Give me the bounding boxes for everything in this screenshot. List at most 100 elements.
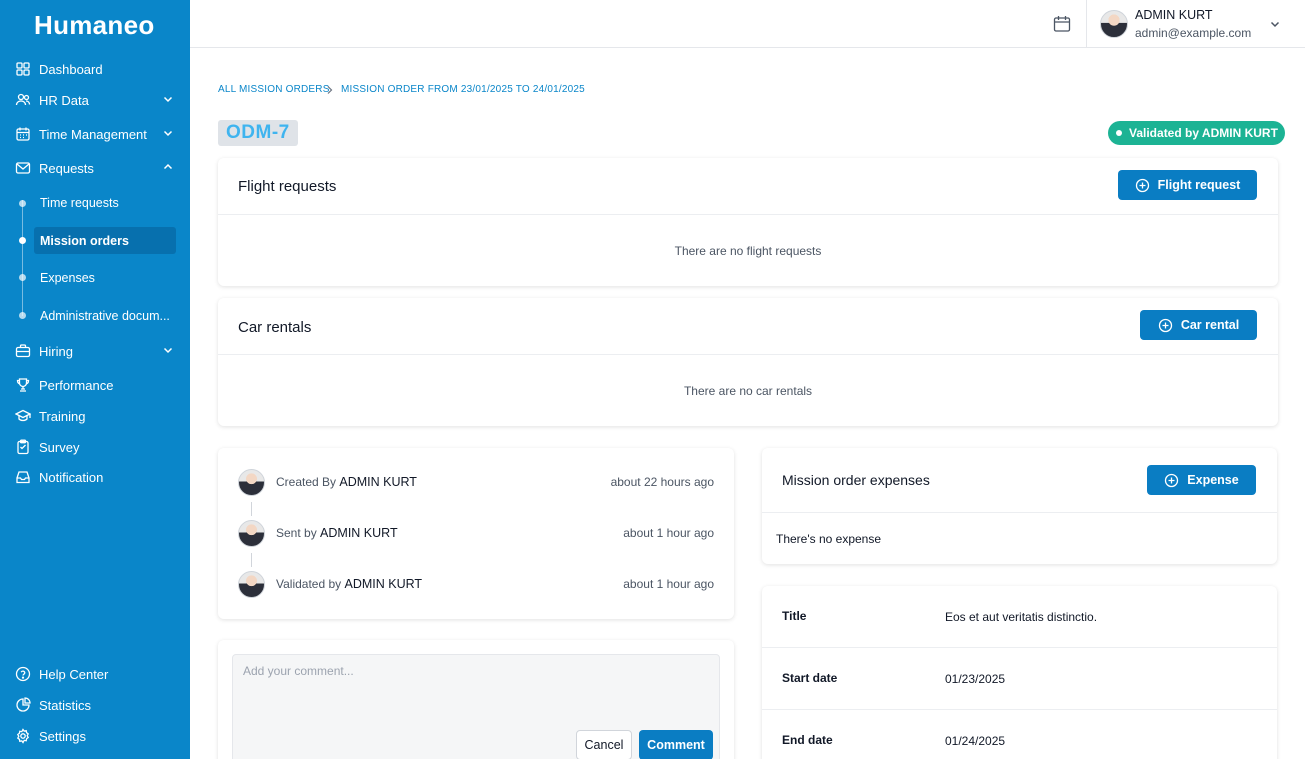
sidebar-item-label: HR Data <box>39 92 89 108</box>
clipboard-icon <box>15 439 31 455</box>
sidebar-subitem-expenses[interactable]: Expenses <box>34 264 176 291</box>
submenu-dot <box>19 274 26 281</box>
button-label: Flight request <box>1157 178 1241 192</box>
sidebar-item-label: Notification <box>39 469 104 485</box>
users-icon <box>15 92 31 108</box>
timeline-connector <box>251 502 252 516</box>
sidebar-item-time-management[interactable]: Time Management <box>0 120 190 148</box>
timeline-time: about 22 hours ago <box>610 475 714 489</box>
sidebar-item-hiring[interactable]: Hiring <box>0 337 190 365</box>
briefcase-icon <box>15 343 31 359</box>
sidebar-item-label: Statistics <box>39 697 92 713</box>
sidebar-item-label: Time Management <box>39 126 147 142</box>
avatar[interactable] <box>1100 10 1128 38</box>
sidebar-subitem-time-requests[interactable]: Time requests <box>34 189 176 216</box>
empty-state-text: There's no expense <box>776 532 882 546</box>
sidebar-item-label: Settings <box>39 728 86 744</box>
button-label: Expense <box>1187 473 1239 487</box>
detail-key: Title <box>782 609 807 623</box>
add-flight-request-button[interactable]: Flight request <box>1118 170 1257 200</box>
chevron-right-icon <box>327 86 333 94</box>
grid-icon <box>15 61 31 77</box>
gear-icon <box>15 728 31 744</box>
avatar <box>238 468 265 496</box>
history-timeline-card: Created By ADMIN KURT about 22 hours ago… <box>218 448 734 619</box>
sidebar-item-help-center[interactable]: Help Center <box>0 660 190 688</box>
avatar <box>238 519 265 547</box>
timeline-action: Sent by <box>276 526 317 540</box>
add-car-rental-button[interactable]: Car rental <box>1140 310 1257 340</box>
sidebar-item-statistics[interactable]: Statistics <box>0 691 190 719</box>
sidebar-item-label: Training <box>39 408 86 424</box>
add-expense-button[interactable]: Expense <box>1147 465 1256 495</box>
timeline-time: about 1 hour ago <box>623 577 714 591</box>
mission-expenses-card: Mission order expenses Expense There's n… <box>762 448 1277 564</box>
card-title: Mission order expenses <box>782 472 930 488</box>
chevron-up-icon <box>163 163 173 170</box>
status-label: Validated by ADMIN KURT <box>1129 126 1278 140</box>
chevron-down-icon <box>163 130 173 137</box>
timeline-entry: Sent by ADMIN KURT about 1 hour ago <box>238 518 714 548</box>
mission-details-card: Title Eos et aut veritatis distinctio. S… <box>762 586 1277 759</box>
sidebar-item-label: Dashboard <box>39 61 103 77</box>
empty-state-text: There are no flight requests <box>674 244 822 258</box>
sidebar-item-performance[interactable]: Performance <box>0 371 190 399</box>
sidebar-item-label: Survey <box>39 439 80 455</box>
detail-value: 01/24/2025 <box>945 734 1006 748</box>
timeline-connector <box>251 553 252 567</box>
sidebar-item-requests[interactable]: Requests <box>0 154 190 182</box>
timeline-entry: Created By ADMIN KURT about 22 hours ago <box>238 467 714 497</box>
calendar-icon[interactable] <box>1052 14 1072 34</box>
sidebar-subitem-mission-orders[interactable]: Mission orders <box>34 227 176 254</box>
mail-icon <box>15 160 31 176</box>
timeline-action: Created By <box>276 475 337 489</box>
sidebar-item-label: Performance <box>39 377 114 393</box>
submenu-connector <box>22 200 23 316</box>
chevron-down-icon <box>163 347 173 354</box>
chevron-down-icon[interactable] <box>1268 17 1282 31</box>
timeline-user: ADMIN KURT <box>344 577 423 591</box>
brand-logo[interactable]: Humaneo <box>34 10 155 41</box>
timeline-label: Validated by ADMIN KURT <box>276 577 422 591</box>
comment-card: Add your comment... Cancel Comment <box>218 640 734 759</box>
sidebar-item-notification[interactable]: Notification <box>0 463 190 491</box>
sidebar: Humaneo Dashboard HR Data Time Managemen… <box>0 0 190 759</box>
cancel-button[interactable]: Cancel <box>576 730 632 759</box>
button-label: Car rental <box>1180 318 1240 332</box>
flight-requests-card: Flight requests Flight request There are… <box>218 158 1278 286</box>
timeline-time: about 1 hour ago <box>623 526 714 540</box>
detail-value: Eos et aut veritatis distinctio. <box>945 610 1098 624</box>
timeline-entry: Validated by ADMIN KURT about 1 hour ago <box>238 569 714 599</box>
sidebar-item-dashboard[interactable]: Dashboard <box>0 55 190 83</box>
sidebar-item-settings[interactable]: Settings <box>0 722 190 750</box>
sidebar-item-survey[interactable]: Survey <box>0 433 190 461</box>
submenu-dot <box>19 200 26 207</box>
card-title: Flight requests <box>238 178 337 195</box>
timeline-action: Validated by <box>276 577 342 591</box>
card-header: Car rentals Car rental <box>218 298 1278 355</box>
trophy-icon <box>15 377 31 393</box>
inbox-icon <box>15 469 31 485</box>
detail-value: 01/23/2025 <box>945 672 1006 686</box>
sidebar-item-training[interactable]: Training <box>0 402 190 430</box>
sidebar-item-label: Requests <box>39 160 94 176</box>
card-title: Car rentals <box>238 319 312 336</box>
breadcrumb-root-link[interactable]: ALL MISSION ORDERS <box>218 84 330 95</box>
sidebar-subitem-administrative-documents[interactable]: Administrative docum... <box>34 302 176 329</box>
comment-textarea[interactable]: Add your comment... Cancel Comment <box>232 654 720 759</box>
order-code: ODM-7 <box>218 120 298 146</box>
avatar <box>238 570 265 598</box>
status-badge: Validated by ADMIN KURT <box>1108 121 1285 145</box>
detail-row: End date 01/24/2025 <box>762 710 1277 759</box>
timeline-user: ADMIN KURT <box>320 526 398 540</box>
detail-key: End date <box>782 733 833 747</box>
sidebar-item-hr-data[interactable]: HR Data <box>0 86 190 114</box>
comment-submit-button[interactable]: Comment <box>639 730 713 759</box>
plus-circle-icon <box>1165 473 1179 487</box>
plus-circle-icon <box>1135 178 1149 192</box>
pie-chart-icon <box>15 697 31 713</box>
calendar-icon <box>15 126 31 142</box>
card-header: Flight requests Flight request <box>218 158 1278 215</box>
car-rentals-card: Car rentals Car rental There are no car … <box>218 298 1278 426</box>
chevron-down-icon <box>163 96 173 103</box>
